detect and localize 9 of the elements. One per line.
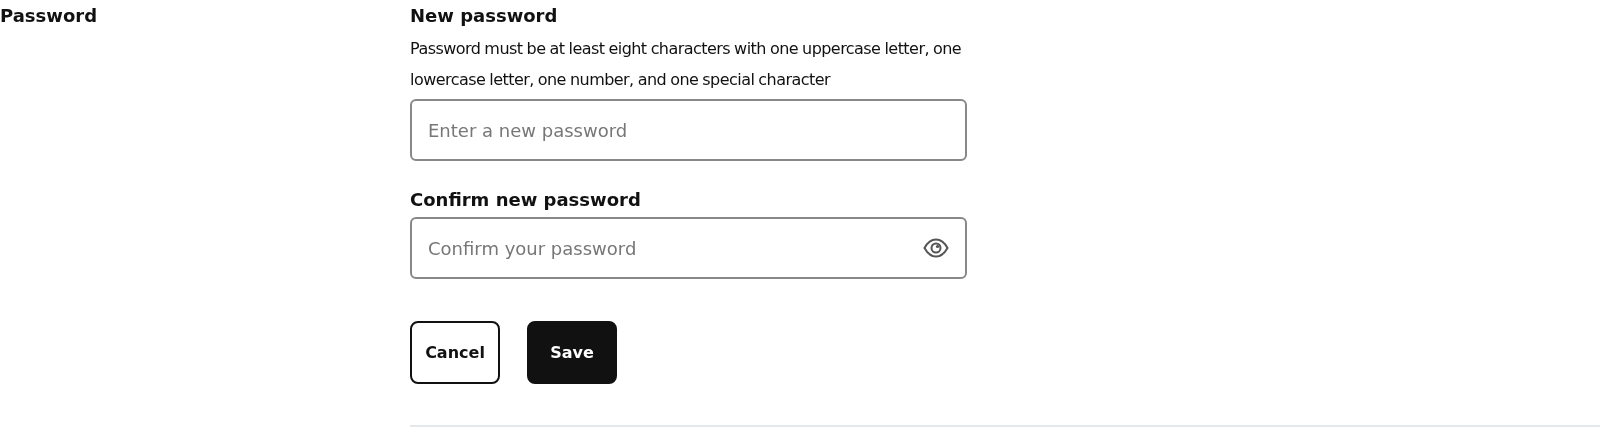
field-label: Confirm new password (410, 189, 642, 211)
password-field[interactable]: Confirm your password (410, 217, 967, 279)
save-button[interactable]: Save (527, 321, 617, 384)
section-title: Password (0, 5, 99, 27)
password-field[interactable]: Enter a new password (410, 99, 967, 161)
cancel-button[interactable]: Cancel (410, 321, 500, 384)
hint-text: Password must be at least eight characters with one uppercase letter, one lowercase letter, one number, and one special character (410, 38, 963, 91)
eye-icon[interactable] (923, 238, 949, 258)
field-label: New password (410, 5, 559, 27)
